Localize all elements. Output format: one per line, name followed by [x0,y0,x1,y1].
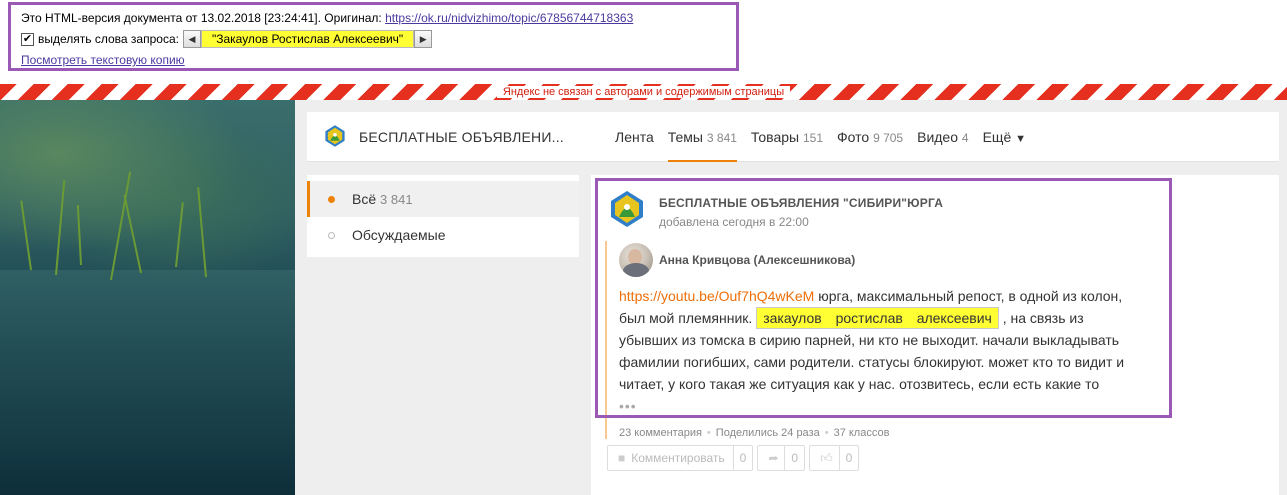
group-header: БЕСПЛАТНЫЕ ОБЪЯВЛЕНИ... Лента Темы 3 841… [307,112,1279,162]
original-url-link[interactable]: https://ok.ru/nidvizhimo/topic/678567447… [385,11,633,25]
cache-info-box: Это HTML-версия документа от 13.02.2018 … [8,2,739,71]
tab-count: 9 705 [873,131,904,145]
tab-count: 3 841 [706,131,737,145]
prev-match-button[interactable]: ◀ [182,30,201,48]
background-lake-image [0,100,295,495]
dot-separator: • [824,427,829,439]
yandex-disclaimer: Яндекс не связан с авторами и содержимым… [496,86,791,98]
tab-goods[interactable]: Товары 151 [751,112,823,162]
topic-card: БЕСПЛАТНЫЕ ОБЪЯВЛЕНИЯ "СИБИРИ"ЮРГА добав… [591,175,1279,495]
topic-text: https://youtu.be/Ouf7hQ4wKeM юрга, макси… [619,285,1139,395]
background-shore [0,100,295,280]
highlight-label: выделять слова запроса: [38,32,179,46]
highlight-controls: ✔ выделять слова запроса: ◀ "Закаулов Ро… [21,28,726,50]
cache-notice: Это HTML-версия документа от 13.02.2018 … [21,10,726,26]
text-copy-link[interactable]: Посмотреть текстовую копию [21,52,726,68]
yandex-disclaimer-strip: Яндекс не связан с авторами и содержимым… [0,84,1287,100]
author-name[interactable]: Анна Кривцова (Алексешникова) [659,253,855,267]
tab-count: 151 [802,131,824,145]
comments-count[interactable]: 23 комментария [619,427,702,439]
tab-video[interactable]: Видео 4 [917,112,968,162]
topic-filter: Всё 3 841 Обсуждаемые [307,175,579,257]
next-match-button[interactable]: ▶ [414,30,433,48]
background-water [0,270,295,495]
avatar-body [623,263,649,277]
share-icon: ➦ [768,451,779,465]
cache-banner: Это HTML-версия документа от 13.02.2018 … [0,0,1287,84]
classes-count[interactable]: 37 классов [834,427,890,439]
topic-group-name[interactable]: БЕСПЛАТНЫЕ ОБЪЯВЛЕНИЯ "СИБИРИ"ЮРГА [659,196,943,210]
tab-label: Фото [837,129,870,145]
filter-label: Всё [352,191,377,207]
topic-date: добавлена сегодня в 22:00 [659,215,809,229]
cache-notice-text: Это HTML-версия документа от 13.02.2018 … [21,11,386,25]
comment-icon: ■ [618,451,626,465]
tab-count: 4 [961,131,969,145]
topic-actions: ■ Комментировать 0 ➦ 0 👍︎ 0 [607,445,863,471]
active-dot-icon [328,196,335,203]
quote-bar [605,241,607,439]
dot-separator: • [706,427,711,439]
comment-label: Комментировать [631,451,725,465]
comment-count: 0 [732,446,753,470]
filter-discussed[interactable]: Обсуждаемые [307,217,579,253]
group-avatar-icon[interactable] [607,189,647,229]
tab-topics[interactable]: Темы 3 841 [667,112,738,162]
group-name[interactable]: БЕСПЛАТНЫЕ ОБЪЯВЛЕНИ... [359,112,564,162]
like-button[interactable]: 👍︎ 0 [809,445,860,471]
filter-count: 3 841 [380,192,413,207]
share-count: 0 [784,446,804,470]
group-logo-icon[interactable] [323,124,347,148]
tab-more[interactable]: Ещё ▼ [983,112,1026,162]
like-count: 0 [838,446,859,470]
topic-stats: 23 комментария • Поделились 24 раза • 37 кла… [619,427,889,439]
shared-count[interactable]: Поделились 24 раза [716,427,820,439]
tab-label: Товары [750,129,800,145]
tab-label: Лента [615,129,654,145]
expand-ellipsis[interactable]: ••• [619,398,637,414]
filter-label: Обсуждаемые [352,227,446,243]
tab-photo[interactable]: Фото 9 705 [837,112,903,162]
highlight-checkbox[interactable]: ✔ [21,32,34,46]
group-tabs: Лента Темы 3 841 Товары 151 Фото 9 705 В… [615,112,1040,162]
caret-down-icon: ▼ [1015,133,1027,145]
author-avatar[interactable] [619,243,653,277]
filter-all[interactable]: Всё 3 841 [307,181,579,217]
youtube-link[interactable]: https://youtu.be/Ouf7hQ4wKeM [619,288,814,304]
tab-label: Ещё [982,129,1012,145]
thumbs-up-icon: 👍︎ [820,450,833,465]
comment-button[interactable]: ■ Комментировать 0 [607,445,754,471]
tab-label: Темы [667,129,703,145]
tab-label: Видео [917,129,959,145]
inactive-dot-icon [328,232,335,239]
share-button[interactable]: ➦ 0 [757,445,806,471]
tab-feed[interactable]: Лента [615,112,654,162]
query-word[interactable]: "Закаулов Ростислав Алексеевич" [200,30,415,48]
highlighted-query: закаулов ростислав алексеевич [756,307,999,329]
